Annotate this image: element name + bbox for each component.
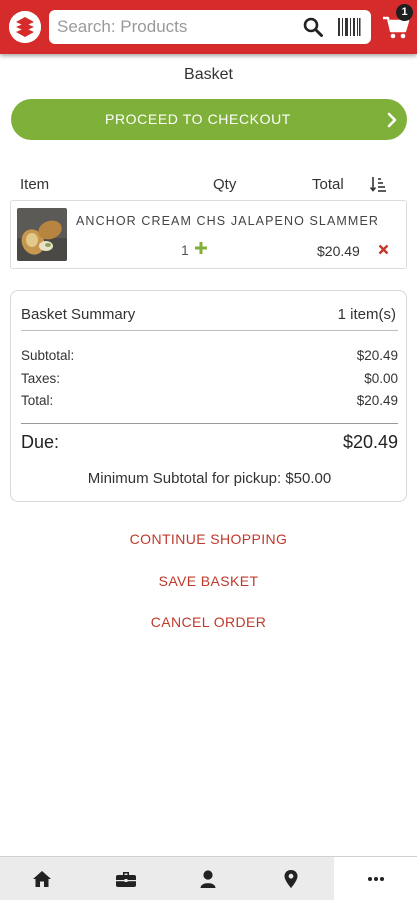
due-value: $20.49 [342, 432, 398, 452]
basket-summary-card: Basket Summary 1 item(s) Subtotal: $20.4… [10, 290, 407, 502]
summary-item-count: 1 item(s) [337, 306, 396, 323]
bottom-navigation [0, 856, 417, 900]
nav-home[interactable] [0, 857, 83, 900]
product-thumbnail[interactable] [17, 208, 67, 261]
plus-icon[interactable] [194, 241, 208, 255]
product-name[interactable]: ANCHOR CREAM CHS JALAPENO SLAMMER [76, 214, 379, 228]
nav-orders[interactable] [83, 857, 166, 900]
logo-icon[interactable] [9, 11, 41, 43]
column-header-total: Total [312, 176, 344, 193]
briefcase-icon [116, 872, 136, 887]
summary-line-label: Taxes: [21, 371, 61, 386]
due-row: Due: $20.49 [21, 432, 398, 453]
minimum-subtotal-note: Minimum Subtotal for pickup: $50.00 [87, 470, 332, 487]
basket-item-row: ANCHOR CREAM CHS JALAPENO SLAMMER 1 $20.… [10, 200, 407, 269]
remove-item-icon[interactable] [378, 244, 389, 255]
divider [21, 330, 398, 331]
column-header-item: Item [20, 176, 50, 193]
summary-line-value: $20.49 [356, 393, 398, 408]
proceed-to-checkout-button[interactable]: PROCEED TO CHECKOUT [11, 99, 407, 140]
summary-line-value: $0.00 [364, 371, 398, 386]
continue-shopping-link[interactable]: CONTINUE SHOPPING [0, 531, 417, 547]
chevron-right-icon [387, 112, 397, 128]
user-icon [200, 870, 216, 888]
due-label: Due: [21, 432, 60, 452]
search-input[interactable] [57, 10, 297, 44]
sort-icon[interactable] [369, 175, 387, 193]
quantity-value: 1 [181, 242, 189, 258]
column-header-qty: Qty [213, 176, 237, 193]
barcode-icon[interactable] [337, 17, 361, 37]
search-icon[interactable] [303, 17, 323, 37]
summary-line-label: Total: [21, 393, 54, 408]
page-title: Basket [184, 66, 233, 83]
summary-line-total: Total: $20.49 [21, 393, 398, 408]
summary-line-taxes: Taxes: $0.00 [21, 371, 398, 386]
nav-locations[interactable] [249, 857, 332, 900]
nav-more[interactable] [334, 857, 417, 900]
summary-title: Basket Summary [21, 306, 136, 323]
home-icon [33, 871, 51, 887]
line-total: $20.49 [317, 243, 360, 259]
summary-line-label: Subtotal: [21, 348, 75, 363]
summary-line-subtotal: Subtotal: $20.49 [21, 348, 398, 363]
top-bar: 1 [0, 0, 417, 54]
more-icon [368, 877, 384, 881]
cancel-order-link[interactable]: CANCEL ORDER [0, 614, 417, 630]
divider [21, 423, 398, 424]
location-pin-icon [284, 870, 298, 888]
cart-count-badge: 1 [396, 4, 413, 21]
nav-account[interactable] [166, 857, 249, 900]
save-basket-link[interactable]: SAVE BASKET [0, 573, 417, 589]
checkout-button-label: PROCEED TO CHECKOUT [105, 111, 291, 127]
summary-line-value: $20.49 [356, 348, 398, 363]
search-box [49, 10, 371, 44]
